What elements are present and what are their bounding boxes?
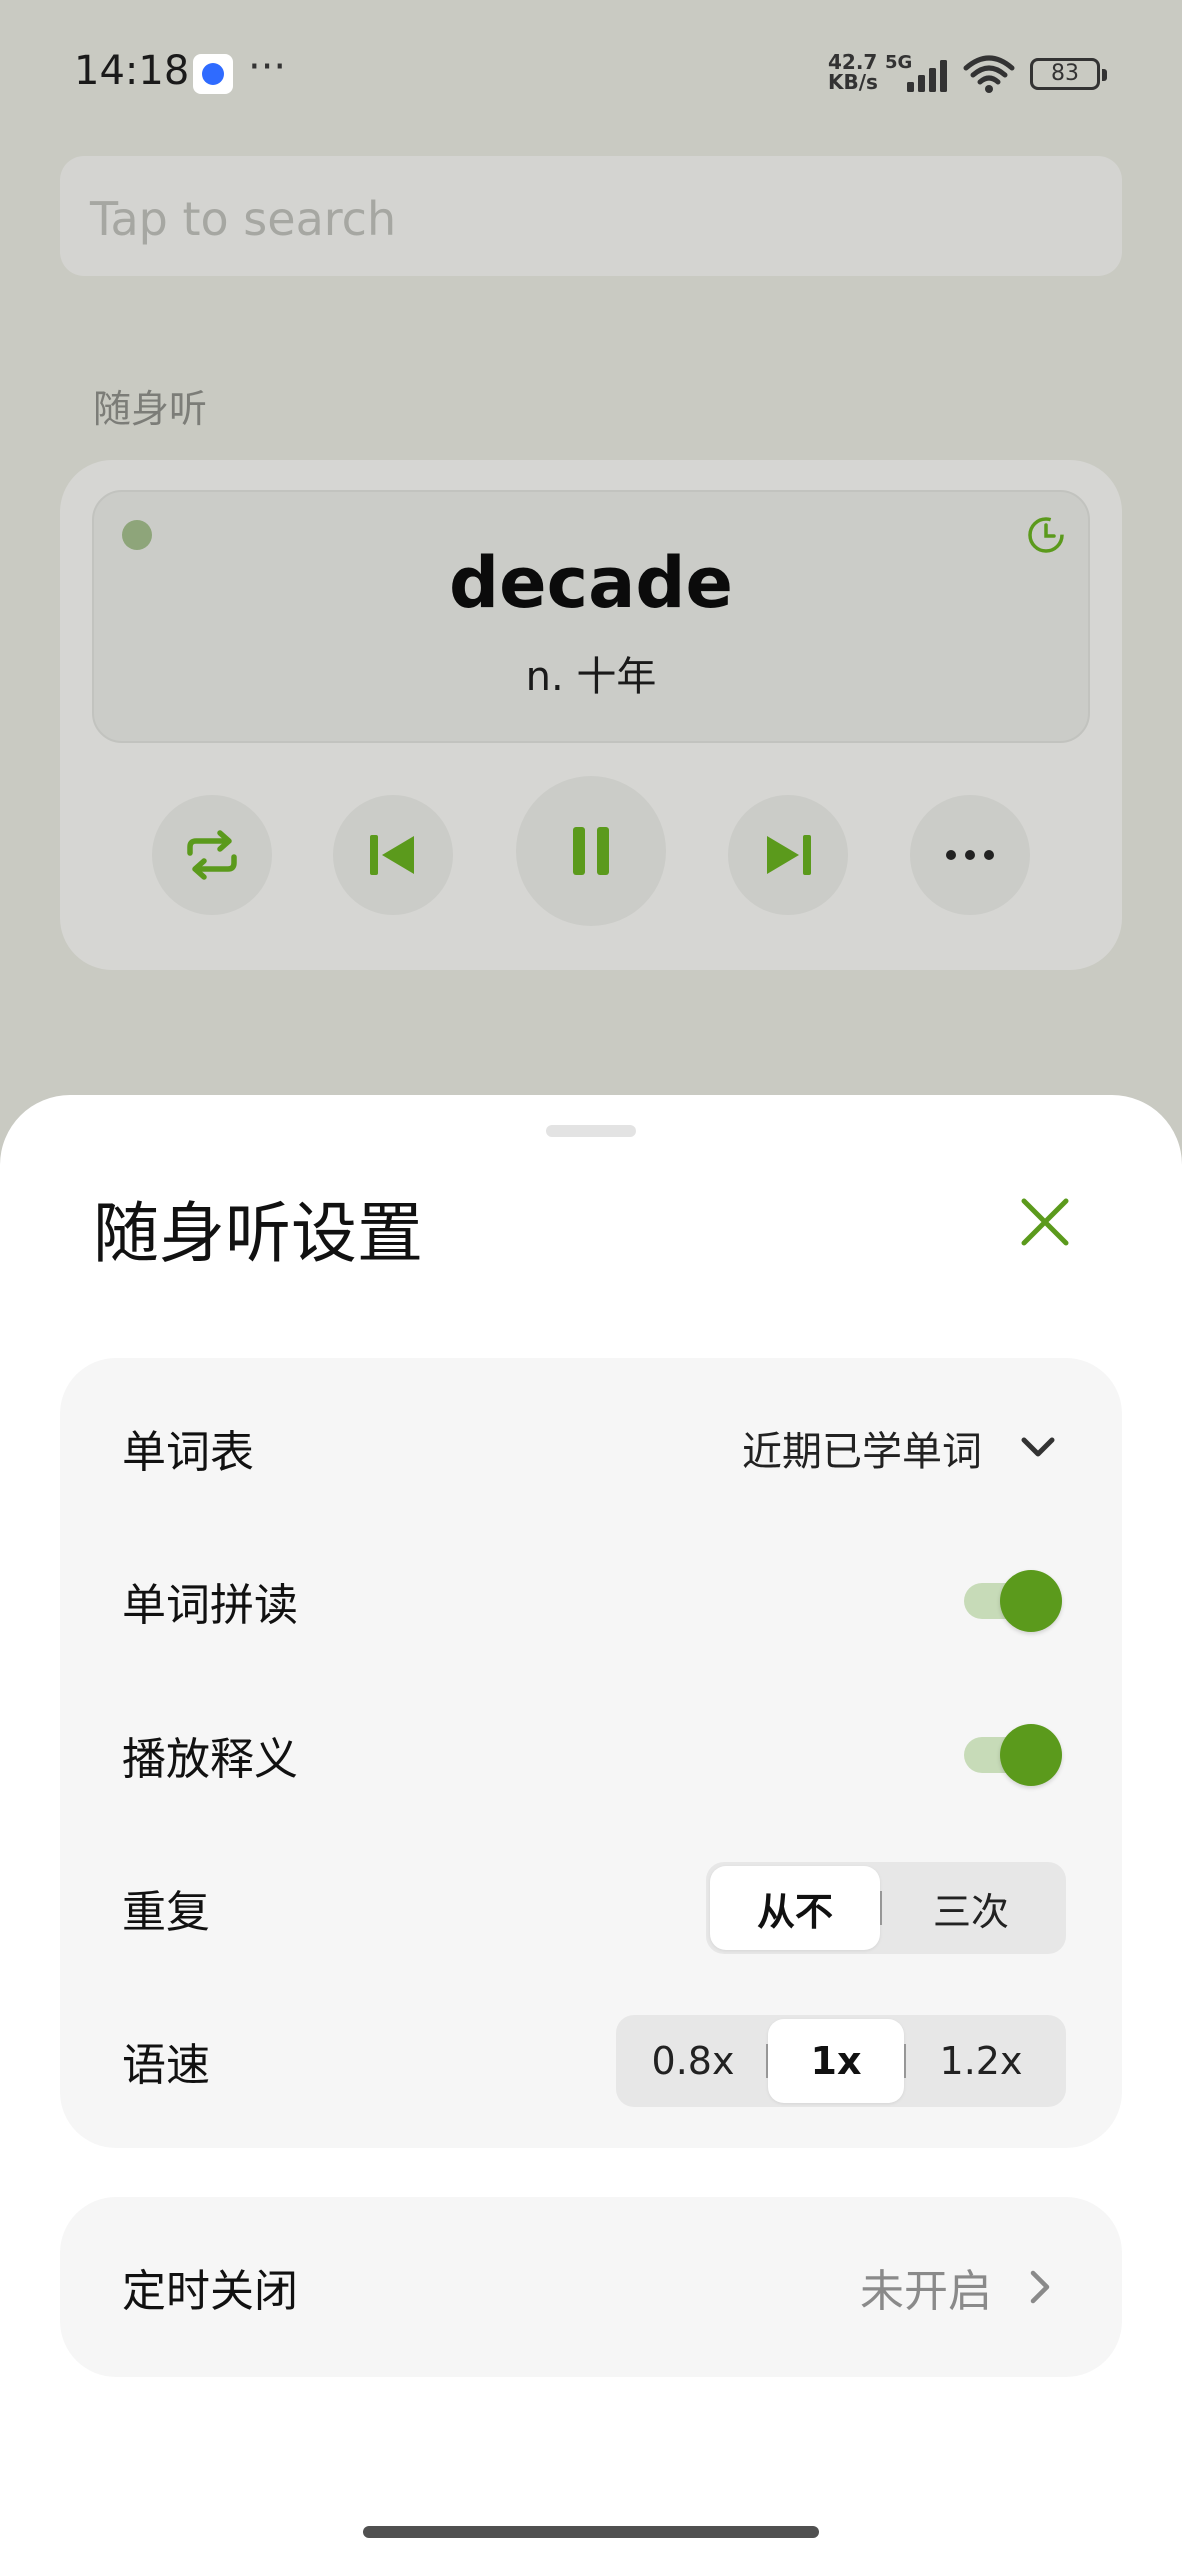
repeat-segmented-control: 从不 三次: [706, 1862, 1066, 1954]
definition-label: 播放释义: [122, 1734, 298, 1785]
wordlist-row[interactable]: 单词表 近期已学单词: [122, 1393, 1062, 1503]
previous-icon: [370, 835, 414, 875]
repeat-option-never[interactable]: 从不: [710, 1866, 880, 1950]
wordlist-value[interactable]: 近期已学单词: [742, 1419, 982, 1477]
chevron-right-icon: [1030, 2270, 1050, 2304]
speed-option-1x[interactable]: 1x: [768, 2019, 904, 2103]
definition-row: 播放释义: [122, 1700, 1062, 1810]
wordlist-label: 单词表: [122, 1427, 254, 1478]
current-word: decade: [449, 542, 733, 624]
timer-row[interactable]: 定时关闭 未开启: [122, 2232, 1062, 2342]
definition-toggle[interactable]: [964, 1724, 1062, 1786]
pause-icon: [573, 827, 609, 875]
notification-app-icon: [193, 54, 233, 94]
next-button[interactable]: [728, 795, 848, 915]
chevron-down-icon[interactable]: [1014, 1424, 1062, 1472]
toggle-knob: [1000, 1570, 1062, 1632]
timer-label: 定时关闭: [122, 2266, 298, 2317]
sheet-title: 随身听设置: [93, 1195, 423, 1272]
spelling-toggle[interactable]: [964, 1570, 1062, 1632]
word-card[interactable]: decade n. 十年: [92, 490, 1090, 743]
repeat-option-three[interactable]: 三次: [882, 1866, 1060, 1950]
spelling-label: 单词拼读: [122, 1580, 298, 1631]
toggle-knob: [1000, 1724, 1062, 1786]
network-speed-unit: KB/s: [828, 70, 878, 94]
more-icon: [946, 850, 994, 860]
speed-row: 语速 0.8x 1x 1.2x: [122, 2006, 1066, 2116]
network-speed-value: 42.7: [828, 50, 878, 74]
next-icon: [767, 835, 811, 875]
speed-label: 语速: [122, 2040, 210, 2091]
search-placeholder: Tap to search: [90, 192, 397, 246]
repeat-label: 重复: [122, 1887, 210, 1938]
spelling-row: 单词拼读: [122, 1546, 1062, 1656]
speed-segmented-control: 0.8x 1x 1.2x: [616, 2015, 1066, 2107]
battery-icon: 83: [1030, 58, 1107, 90]
more-notifications-icon: ···: [248, 44, 287, 90]
network-speed: 42.7 KB/s: [828, 52, 878, 92]
status-bar: 14:18 ··· 42.7 KB/s 5G 83: [0, 0, 1182, 150]
sheet-drag-handle[interactable]: [546, 1125, 636, 1137]
close-icon[interactable]: [1010, 1187, 1080, 1257]
repeat-button[interactable]: [152, 795, 272, 915]
status-time: 14:18: [74, 48, 190, 94]
pause-button[interactable]: [516, 776, 666, 926]
repeat-icon: [187, 830, 237, 880]
section-title: 随身听: [93, 387, 208, 431]
speed-option-1.2x[interactable]: 1.2x: [906, 2019, 1056, 2103]
timer-value: 未开启: [860, 2266, 992, 2317]
settings-sheet: 随身听设置 单词表 近期已学单词 单词拼读 播放释义 重复 从不 三次 语速 0…: [0, 1095, 1182, 2560]
player-card: decade n. 十年: [60, 460, 1122, 970]
signal-icon: [907, 60, 947, 92]
previous-button[interactable]: [333, 795, 453, 915]
speed-option-0.8x[interactable]: 0.8x: [620, 2019, 766, 2103]
more-button[interactable]: [910, 795, 1030, 915]
search-bar[interactable]: Tap to search: [60, 156, 1122, 276]
word-meaning: n. 十年: [525, 654, 657, 700]
settings-group: 单词表 近期已学单词 单词拼读 播放释义 重复 从不 三次 语速 0.8x 1x…: [60, 1358, 1122, 2148]
wifi-icon: [963, 55, 1015, 93]
timer-group[interactable]: 定时关闭 未开启: [60, 2197, 1122, 2377]
home-indicator[interactable]: [363, 2526, 819, 2538]
repeat-row: 重复 从不 三次: [122, 1853, 1066, 1963]
